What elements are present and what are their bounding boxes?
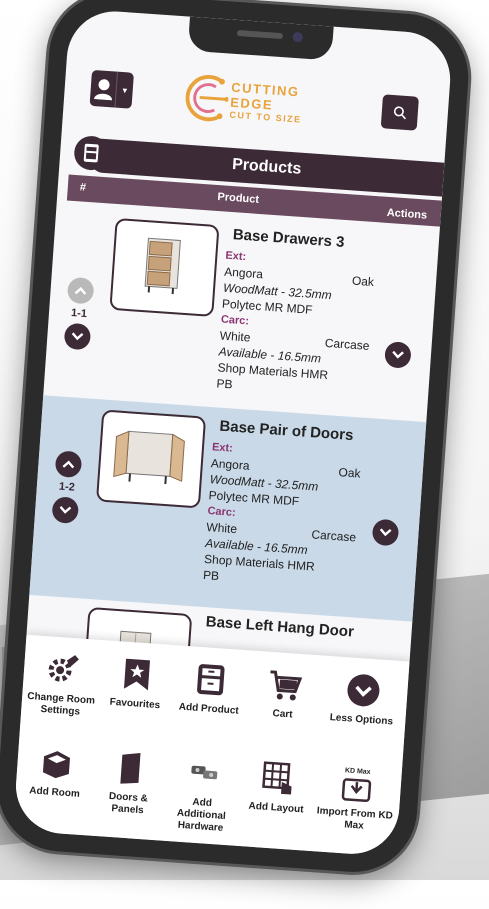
product-details: Ext: AngoraOak WoodMatt - 32.5mm Polytec…	[216, 248, 376, 402]
import-from-kdmax-button[interactable]: KD Max Import From KD Max	[314, 763, 398, 834]
tile-label: Import From KD Max	[316, 805, 393, 831]
row-number: 1-1	[65, 307, 94, 321]
add-product-button[interactable]: Add Product	[173, 659, 247, 718]
door-cabinet-image	[98, 412, 200, 502]
cart-button[interactable]: Cart	[247, 664, 321, 723]
row-order-controls: 1-2	[50, 450, 83, 524]
search-icon	[392, 105, 407, 120]
add-additional-hardware-button[interactable]: Add Additional Hardware	[165, 753, 240, 836]
product-details: Ext: AngoraOak WoodMatt - 32.5mm Polytec…	[203, 439, 363, 593]
hinge-icon	[183, 754, 225, 793]
cart-icon	[263, 665, 305, 704]
ext-finish-name: Oak	[338, 464, 361, 481]
row-number: 1-2	[53, 480, 82, 494]
app-screen: ▾ CUTTING EDGE CUT TO SIZE	[13, 8, 454, 857]
chevron-down-icon	[379, 528, 392, 537]
row-actions-button[interactable]	[384, 341, 412, 369]
bottom-action-menu: Change Room Settings Favourites Add Prod…	[13, 635, 410, 857]
col-num-header: #	[79, 181, 86, 193]
table-row: 1-1 Base Drawers 3	[43, 206, 439, 422]
search-button[interactable]	[381, 94, 419, 130]
product-thumbnail[interactable]	[109, 218, 219, 317]
chevron-up-icon	[62, 460, 75, 469]
col-product-header: Product	[217, 191, 259, 206]
phone-mockup: ▾ CUTTING EDGE CUT TO SIZE	[0, 0, 489, 909]
row-order-controls: 1-1	[63, 277, 96, 351]
move-up-button[interactable]	[55, 450, 83, 478]
add-room-button[interactable]: Add Room	[19, 743, 93, 802]
user-icon	[90, 70, 118, 108]
product-name: Base Left Hang Door	[205, 613, 356, 640]
chevron-up-icon	[74, 286, 87, 295]
gear-pencil-icon	[42, 650, 84, 689]
camera	[293, 32, 304, 43]
chevron-down-icon	[392, 351, 405, 360]
chevron-down-circle-icon	[342, 671, 384, 710]
drawer-cabinet-image	[112, 220, 214, 310]
tile-label: Add Additional Hardware	[177, 797, 227, 834]
grid-hand-icon	[257, 759, 299, 798]
profile-menu-button[interactable]: ▾	[90, 70, 134, 109]
app-header: ▾ CUTTING EDGE CUT TO SIZE	[62, 48, 451, 155]
change-room-settings-button[interactable]: Change Room Settings	[25, 649, 99, 720]
tile-label: Add Room	[29, 785, 80, 799]
move-down-button[interactable]	[51, 496, 79, 524]
favourites-button[interactable]: Favourites	[100, 654, 174, 713]
product-thumbnail[interactable]	[96, 409, 206, 508]
carc-finish-name: Carcase	[324, 335, 370, 354]
tile-label: Cart	[272, 708, 293, 720]
tile-label: Change Room Settings	[27, 691, 95, 718]
tile-label: Add Product	[178, 702, 239, 717]
move-up-button[interactable]	[67, 277, 95, 305]
chevron-down-icon	[59, 506, 72, 515]
logo-circuit-icon	[181, 70, 231, 125]
tile-label: Less Options	[329, 712, 393, 727]
brand-logo: CUTTING EDGE CUT TO SIZE	[180, 66, 344, 137]
col-actions-header: Actions	[386, 207, 427, 222]
tile-label: Doors & Panels	[109, 791, 149, 816]
row-actions-button[interactable]	[372, 519, 400, 547]
tile-label: Favourites	[109, 697, 160, 712]
tile-label: Add Layout	[248, 801, 304, 816]
import-icon: KD Max	[336, 765, 378, 804]
add-layout-button[interactable]: Add Layout	[241, 758, 315, 817]
bookmark-star-icon	[116, 655, 158, 694]
less-options-button[interactable]: Less Options	[321, 670, 405, 729]
chevron-down-icon	[71, 332, 84, 341]
door-panel-icon	[109, 749, 151, 788]
move-down-button[interactable]	[64, 323, 92, 351]
chevron-down-icon: ▾	[115, 72, 134, 109]
box-icon	[35, 744, 77, 783]
drawers-icon	[190, 660, 232, 699]
doors-panels-button[interactable]: Doors & Panels	[92, 748, 166, 819]
table-row-selected: 1-2 Base Pair of Doors E	[29, 395, 426, 621]
speaker	[237, 30, 283, 39]
carc-finish-name: Carcase	[311, 526, 357, 545]
phone-notch	[188, 17, 334, 61]
phone-frame: ▾ CUTTING EDGE CUT TO SIZE	[0, 0, 473, 876]
ext-finish-name: Oak	[351, 273, 374, 290]
